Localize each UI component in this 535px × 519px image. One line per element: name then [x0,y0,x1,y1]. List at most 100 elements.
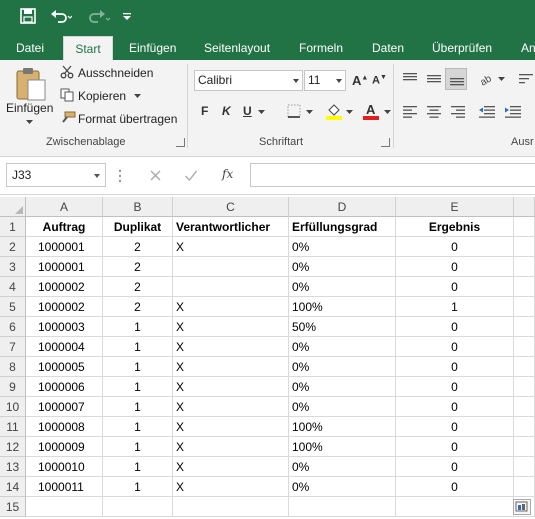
row-header[interactable]: 7 [0,337,26,357]
column-title-cell[interactable]: Duplikat [103,217,173,237]
table-cell[interactable]: X [173,457,289,477]
row-header[interactable]: 5 [0,297,26,317]
table-cell[interactable] [514,397,535,417]
tab-ansicht[interactable]: An [521,36,535,60]
table-cell[interactable]: X [173,297,289,317]
table-cell[interactable]: X [173,437,289,457]
underline-button[interactable]: U [243,104,252,118]
table-cell[interactable]: 1 [103,377,173,397]
chevron-down-icon[interactable] [258,110,265,115]
row-header[interactable]: 2 [0,237,26,257]
tab-daten[interactable]: Daten [372,36,404,60]
font-size-select[interactable]: 11 [304,70,346,91]
table-cell[interactable]: 1 [103,457,173,477]
table-cell[interactable]: 1000006 [26,377,103,397]
align-top-icon[interactable] [402,72,418,86]
row-header[interactable]: 9 [0,377,26,397]
table-cell[interactable]: X [173,317,289,337]
table-cell[interactable]: 0% [289,377,396,397]
table-cell[interactable]: 0 [396,317,514,337]
table-cell[interactable]: 0% [289,457,396,477]
tab-ueberpruefen[interactable]: Überprüfen [432,36,492,60]
table-cell[interactable]: X [173,377,289,397]
table-cell[interactable]: 1000011 [26,477,103,497]
table-cell[interactable]: 1000009 [26,437,103,457]
table-cell[interactable]: X [173,397,289,417]
table-cell[interactable]: 2 [103,257,173,277]
table-cell[interactable]: 0 [396,437,514,457]
table-cell[interactable] [514,437,535,457]
cancel-icon[interactable] [149,169,162,182]
table-cell[interactable] [514,357,535,377]
table-cell[interactable]: 1 [103,437,173,457]
tab-formeln[interactable]: Formeln [299,36,343,60]
table-cell[interactable]: 0 [396,417,514,437]
table-cell[interactable] [289,497,396,517]
row-header[interactable]: 1 [0,217,26,237]
table-cell[interactable]: 0% [289,357,396,377]
table-cell[interactable]: 1000001 [26,257,103,277]
customize-qat-icon[interactable] [120,4,134,28]
table-cell[interactable] [26,497,103,517]
table-cell[interactable]: 0% [289,397,396,417]
table-cell[interactable]: X [173,357,289,377]
table-cell[interactable]: 0% [289,237,396,257]
column-title-cell[interactable]: Auftrag [26,217,103,237]
copy-button[interactable]: Kopieren [78,89,126,103]
table-cell[interactable]: 1 [103,337,173,357]
table-cell[interactable]: 2 [103,237,173,257]
table-cell[interactable]: X [173,237,289,257]
grow-font-button[interactable]: A▲ [352,73,368,88]
tab-seitenlayout[interactable]: Seitenlayout [204,36,270,60]
row-header[interactable]: 14 [0,477,26,497]
redo-icon[interactable] [86,4,112,28]
column-header-a[interactable]: A [26,197,103,217]
table-cell[interactable]: 1000002 [26,297,103,317]
align-left-icon[interactable] [402,105,418,119]
row-header[interactable]: 6 [0,317,26,337]
table-cell[interactable]: 1000008 [26,417,103,437]
orientation-icon[interactable]: ab [478,70,496,86]
table-cell[interactable]: 0 [396,477,514,497]
chevron-down-icon[interactable] [384,110,391,115]
format-painter-button[interactable]: Format übertragen [78,112,177,126]
table-cell[interactable]: 100% [289,437,396,457]
bold-button[interactable]: F [201,104,208,118]
table-cell[interactable]: 1000003 [26,317,103,337]
row-header[interactable]: 12 [0,437,26,457]
column-header-b[interactable]: B [103,197,173,217]
table-cell[interactable]: 1000002 [26,277,103,297]
row-header[interactable]: 10 [0,397,26,417]
table-cell[interactable] [514,417,535,437]
table-cell[interactable]: 0 [396,397,514,417]
table-cell[interactable] [514,457,535,477]
table-cell[interactable]: 1 [103,357,173,377]
table-cell[interactable] [396,497,514,517]
table-cell[interactable]: 0% [289,337,396,357]
table-cell[interactable]: 100% [289,297,396,317]
table-cell[interactable]: 1000001 [26,237,103,257]
shrink-font-button[interactable]: A▼ [372,74,387,87]
align-middle-icon[interactable] [426,72,442,86]
table-cell[interactable] [514,297,535,317]
table-cell[interactable]: X [173,477,289,497]
table-cell[interactable] [514,217,535,237]
table-cell[interactable] [514,377,535,397]
chevron-down-icon[interactable] [306,110,313,115]
border-icon[interactable] [287,104,301,118]
table-cell[interactable]: 0 [396,357,514,377]
table-cell[interactable]: 2 [103,297,173,317]
copy-dropdown-icon[interactable] [134,94,141,99]
row-header[interactable]: 11 [0,417,26,437]
quick-analysis-icon[interactable] [513,499,531,515]
table-cell[interactable]: 1 [103,317,173,337]
table-cell[interactable]: 1000004 [26,337,103,357]
italic-button[interactable]: K [222,104,231,118]
select-all-button[interactable] [0,197,26,217]
chevron-down-icon[interactable] [346,110,353,115]
row-header[interactable]: 4 [0,277,26,297]
row-header[interactable]: 13 [0,457,26,477]
undo-icon[interactable] [48,4,74,28]
column-header-f[interactable] [514,197,535,217]
font-color-icon[interactable]: A [362,102,380,120]
